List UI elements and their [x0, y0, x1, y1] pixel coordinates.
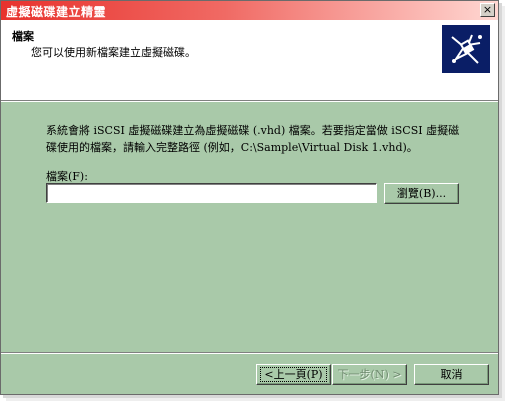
browse-button[interactable]: 瀏覽(B)... — [384, 183, 459, 204]
page-subtitle: 您可以使用新檔案建立虛擬磁碟。 — [31, 46, 196, 59]
page-title: 檔案 — [12, 30, 34, 43]
footer-divider — [1, 352, 498, 354]
description-text: 系統會將 iSCSI 虛擬磁碟建立為虛擬磁碟 (.vhd) 檔案。若要指定當做 … — [46, 124, 460, 154]
next-button-label: 下一步(N) > — [337, 368, 402, 381]
header-divider — [1, 100, 498, 102]
file-path-input[interactable] — [46, 183, 377, 203]
wizard-icon — [442, 25, 490, 73]
cancel-button[interactable]: 取消 — [414, 364, 489, 385]
wizard-header: 檔案 您可以使用新檔案建立虛擬磁碟。 — [1, 20, 498, 100]
file-field-label: 檔案(F): — [46, 170, 88, 183]
wizard-dialog: 虛擬磁碟建立精靈 × 檔案 您可以使用新檔案建立虛擬磁碟。 系統會將 iSCSI… — [0, 0, 499, 395]
back-button[interactable]: <上一頁(P) — [256, 364, 331, 385]
back-button-label: <上一頁(P) — [260, 367, 327, 382]
window-title: 虛擬磁碟建立精靈 — [6, 5, 107, 19]
title-bar[interactable]: 虛擬磁碟建立精靈 × — [1, 1, 498, 20]
close-icon: × — [482, 3, 493, 16]
next-button[interactable]: 下一步(N) > — [332, 364, 407, 385]
close-button[interactable]: × — [480, 3, 495, 17]
